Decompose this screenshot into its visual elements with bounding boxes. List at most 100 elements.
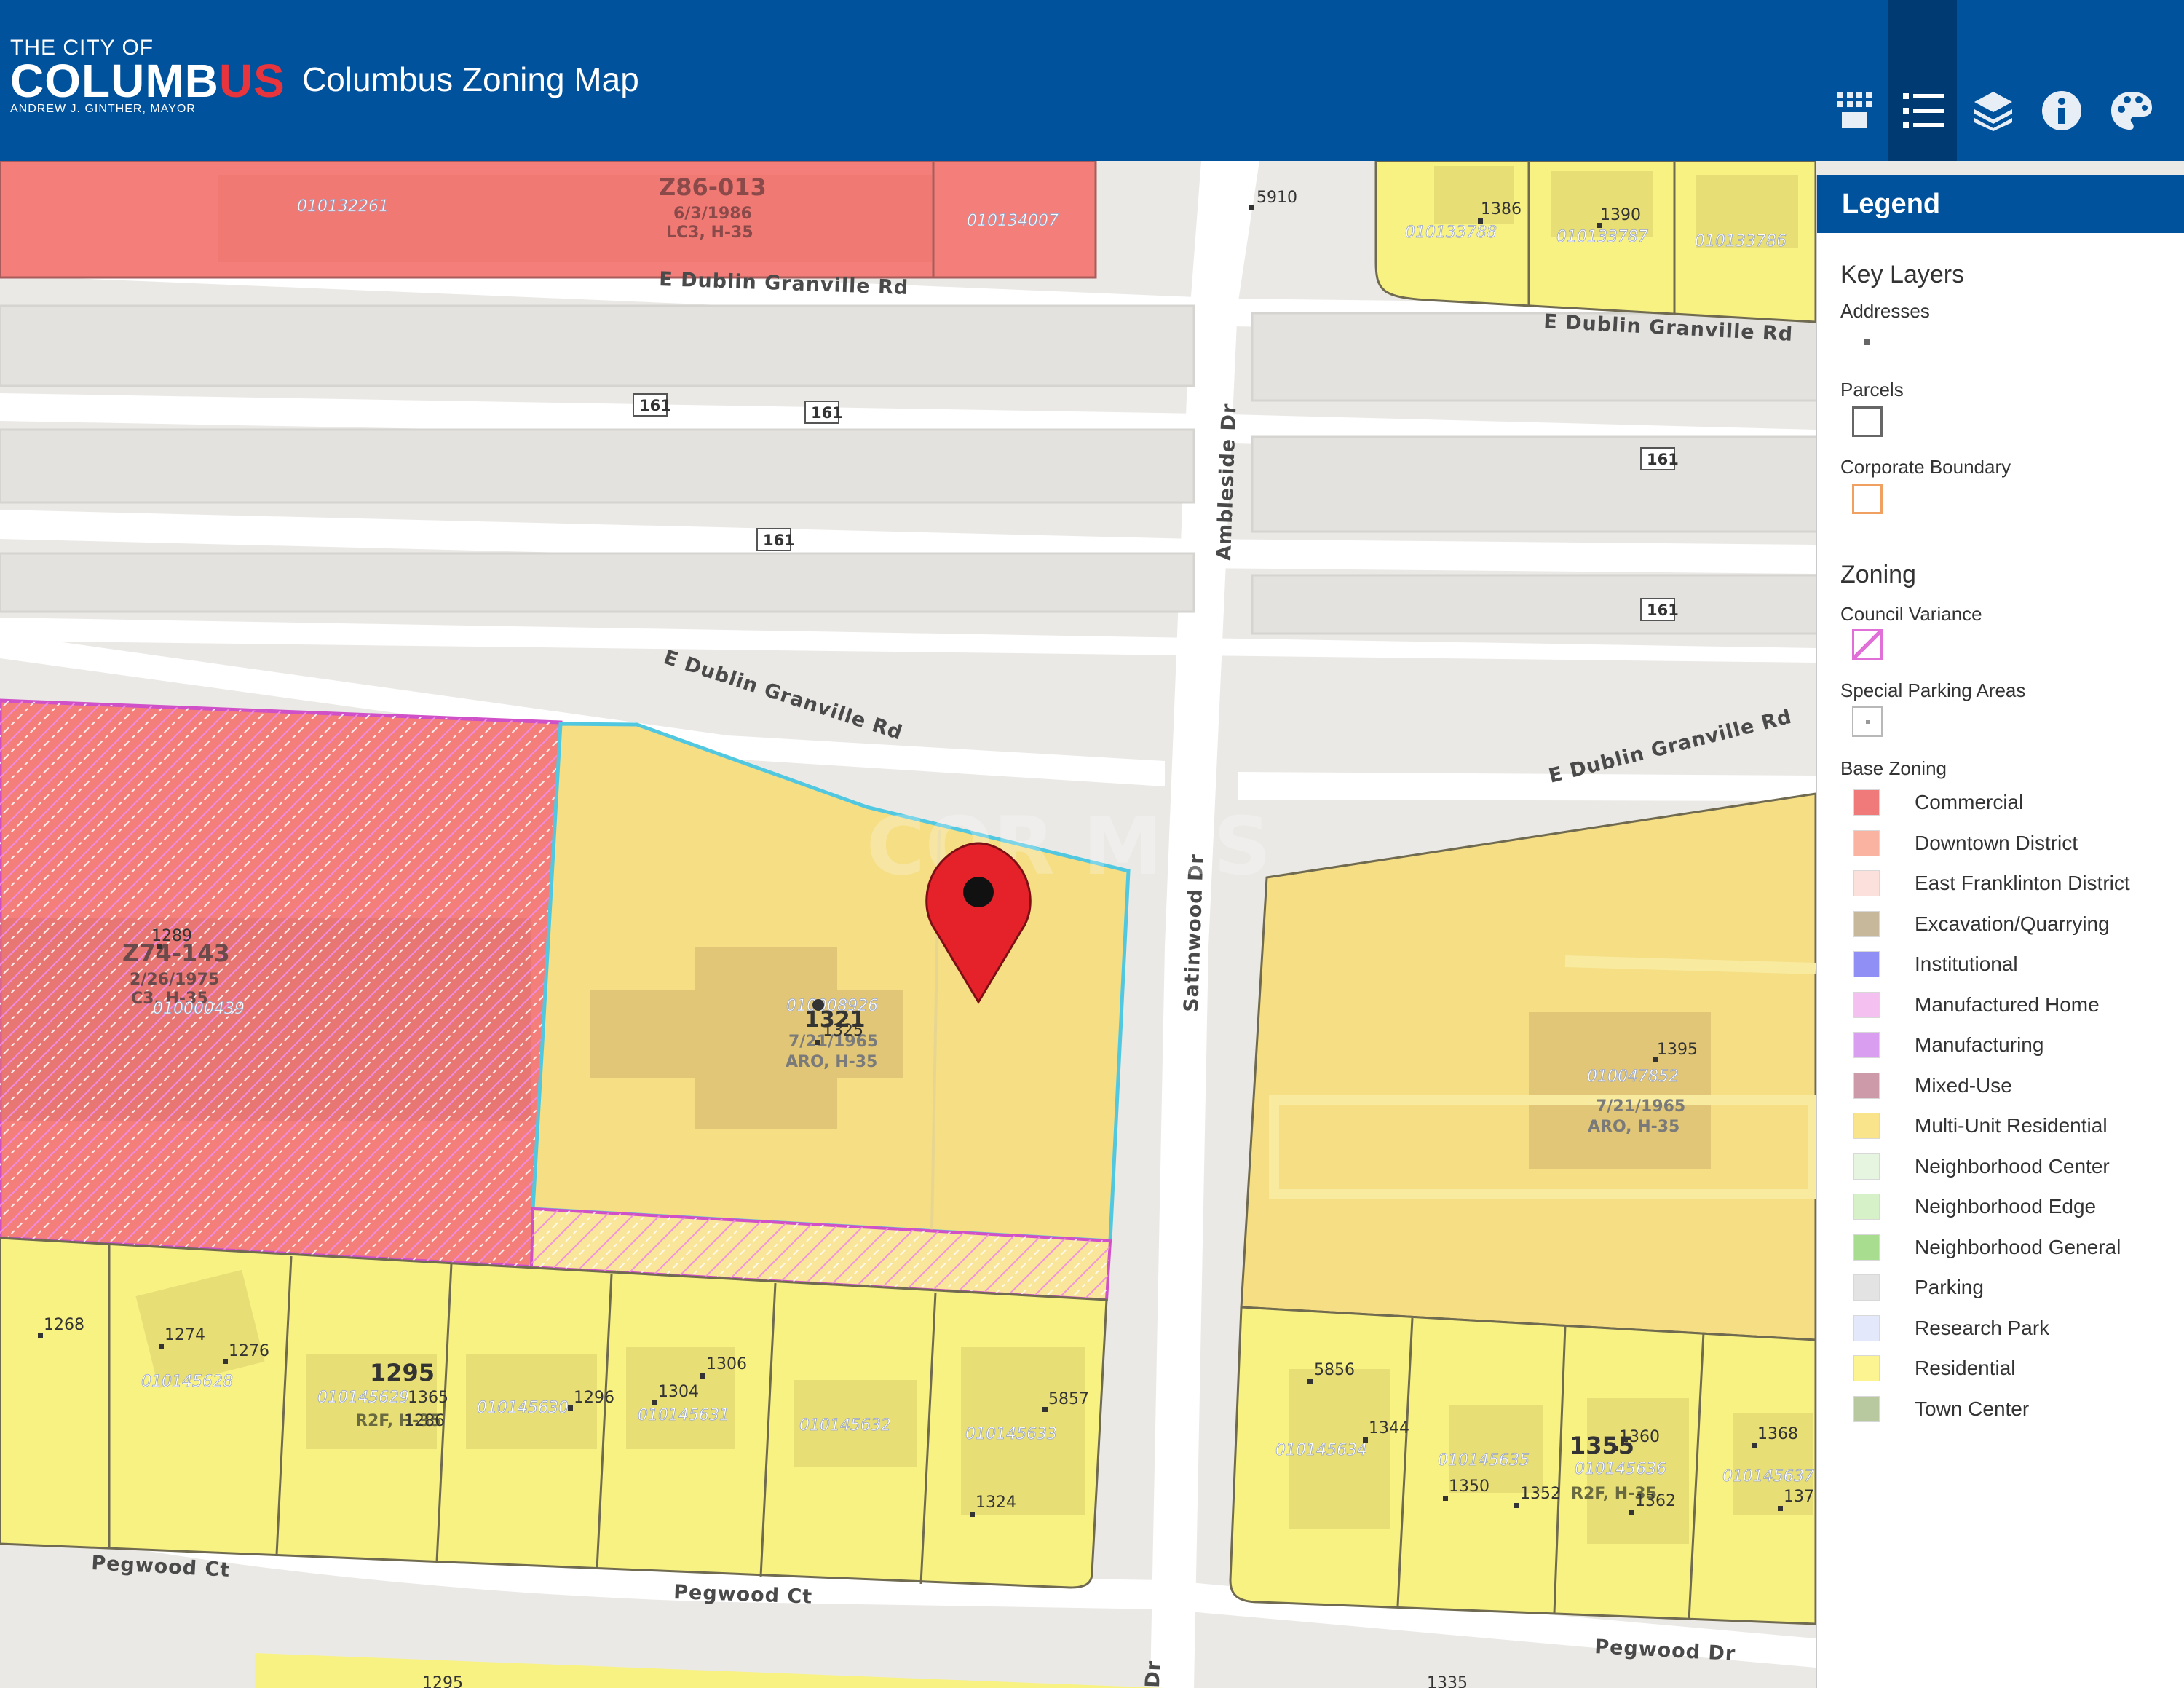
legend-item-label: Neighborhood Edge <box>1915 1195 2097 1218</box>
parcel-id: 010133788 <box>1405 224 1497 242</box>
city-logo[interactable]: THE CITY OF COLUMBUS ANDREW J. GINTHER, … <box>10 36 285 117</box>
legend-swatch <box>1853 1153 1880 1180</box>
address-label: 1362 <box>1635 1492 1676 1510</box>
logo-columb: COLUMB <box>10 55 219 107</box>
parcel-id: 010133787 <box>1556 228 1648 246</box>
legend-swatch <box>1853 951 1880 977</box>
council-variance-label: Council Variance <box>1840 603 1982 625</box>
legend-swatch <box>1853 789 1880 816</box>
parcel-id: 010145632 <box>799 1416 891 1435</box>
parcel-id: 010133786 <box>1695 232 1787 251</box>
special-parking-label: Special Parking Areas <box>1840 679 2026 701</box>
legend-swatch <box>1853 991 1880 1018</box>
legend-swatch <box>1853 870 1880 896</box>
parcel-blocks <box>0 304 1816 635</box>
route-shield: 161 <box>1640 447 1679 470</box>
legend-swatch <box>1853 1234 1880 1261</box>
legend-swatch <box>1853 1194 1880 1220</box>
route-shield: 161 <box>1640 598 1679 621</box>
legend-item-label: Parking <box>1915 1276 1984 1298</box>
map-canvas[interactable]: E Dublin Granville Rd E Dublin Granville… <box>0 161 1816 1688</box>
base-zoning-label: Base Zoning <box>1840 757 1947 779</box>
address-label: 1371 <box>1784 1488 1816 1506</box>
app-title: Columbus Zoning Map <box>302 60 639 98</box>
svg-text:161: 161 <box>763 532 795 549</box>
street-label: Dr <box>1142 1660 1165 1688</box>
route-shield: 161 <box>633 393 671 417</box>
commercial-zone-north <box>0 161 1097 279</box>
legend-panel: Legend Key Layers Addresses Parcels Corp… <box>1816 175 2184 1688</box>
legend-item-label: Multi-Unit Residential <box>1915 1114 2108 1137</box>
address-label: 1390 <box>1600 206 1641 224</box>
parcel-id: 010145630 <box>477 1399 569 1417</box>
info-icon <box>2042 91 2081 130</box>
basemap-gallery-button[interactable] <box>1821 80 1887 146</box>
parcel-id: 010145628 <box>141 1373 233 1391</box>
legend-swatch <box>1853 829 1880 856</box>
address-label: 1365 <box>408 1389 448 1407</box>
legend-swatch <box>1853 1072 1880 1099</box>
address-label: 5857 <box>1048 1390 1089 1408</box>
addresses-label: Addresses <box>1840 300 1930 322</box>
key-layers-heading: Key Layers <box>1840 261 1965 288</box>
special-parking-swatch <box>1852 706 1883 737</box>
zoning-code: ARO, H-35 <box>1588 1118 1679 1136</box>
commercial-variance-zone <box>0 698 563 1269</box>
legend-item-label: Manufacturing <box>1915 1033 2044 1056</box>
council-variance-swatch <box>1852 629 1883 660</box>
legend-title: Legend <box>1817 175 2184 233</box>
svg-text:161: 161 <box>639 397 671 414</box>
parcel-id: 010000439 <box>153 1000 245 1018</box>
legend-item-label: Research Park <box>1915 1316 2050 1339</box>
basemap-gallery-icon <box>1837 92 1872 128</box>
legend-swatch <box>1853 1032 1880 1058</box>
watermark: COR MLS <box>866 800 1271 893</box>
address-swatch <box>1864 339 1870 345</box>
parcel-swatch <box>1852 406 1883 437</box>
address-label: 1344 <box>1369 1419 1409 1437</box>
address-label: 1368 <box>1757 1425 1798 1443</box>
zoning-date: 2/26/1975 <box>130 971 219 989</box>
route-shield: 161 <box>756 528 795 551</box>
info-button[interactable] <box>2027 80 2092 146</box>
legend-swatch <box>1853 1395 1880 1422</box>
zoning-date: 6/3/1986 <box>673 205 752 223</box>
address-label: 1352 <box>1520 1485 1561 1503</box>
address-label: 1276 <box>229 1342 269 1360</box>
legend-swatch <box>1853 910 1880 937</box>
address-label: 1274 <box>165 1326 205 1344</box>
legend-item-label: Excavation/Quarrying <box>1915 912 2110 935</box>
parcel-id: 010145637 <box>1722 1467 1814 1486</box>
legend-item-label: Town Center <box>1915 1397 2030 1420</box>
address-label: 5856 <box>1314 1361 1355 1379</box>
multi-unit-zone-east <box>1240 792 1816 1341</box>
parcel-id: 010145634 <box>1275 1441 1367 1459</box>
parcels-label: Parcels <box>1840 379 1904 401</box>
parcel-id: 010145629 <box>317 1389 409 1407</box>
legend-swatch <box>1853 1113 1880 1139</box>
address-label: 1295 <box>422 1674 463 1688</box>
svg-text:161: 161 <box>1647 602 1679 619</box>
layers-button[interactable] <box>1958 80 2024 146</box>
corporate-boundary-label: Corporate Boundary <box>1840 456 2011 478</box>
legend-item-label: Downtown District <box>1915 831 2078 854</box>
legend-button[interactable] <box>1888 0 1957 161</box>
parcel-id: 010132261 <box>297 197 389 216</box>
address-label: 1296 <box>574 1389 614 1407</box>
palette-icon <box>2111 92 2152 130</box>
legend-item-label: Manufactured Home <box>1915 993 2100 1016</box>
parcel-id: 010047852 <box>1587 1068 1679 1086</box>
zoning-map[interactable]: E Dublin Granville Rd E Dublin Granville… <box>0 161 1816 1688</box>
svg-text:161: 161 <box>811 404 843 422</box>
address-label: 1355 <box>1570 1432 1634 1459</box>
zoning-heading: Zoning <box>1840 561 1916 588</box>
parcel-id: 010145635 <box>1438 1451 1530 1470</box>
legend-swatch <box>1853 1274 1880 1301</box>
address-label: 1268 <box>44 1316 84 1334</box>
palette-button[interactable] <box>2095 80 2161 146</box>
zoning-date: 7/21/1965 <box>1596 1097 1685 1116</box>
zoning-case-id: Z86-013 <box>659 173 767 201</box>
address-label: 1306 <box>706 1355 747 1373</box>
address-label: 1304 <box>658 1383 699 1401</box>
address-label: 1295 <box>370 1359 435 1387</box>
